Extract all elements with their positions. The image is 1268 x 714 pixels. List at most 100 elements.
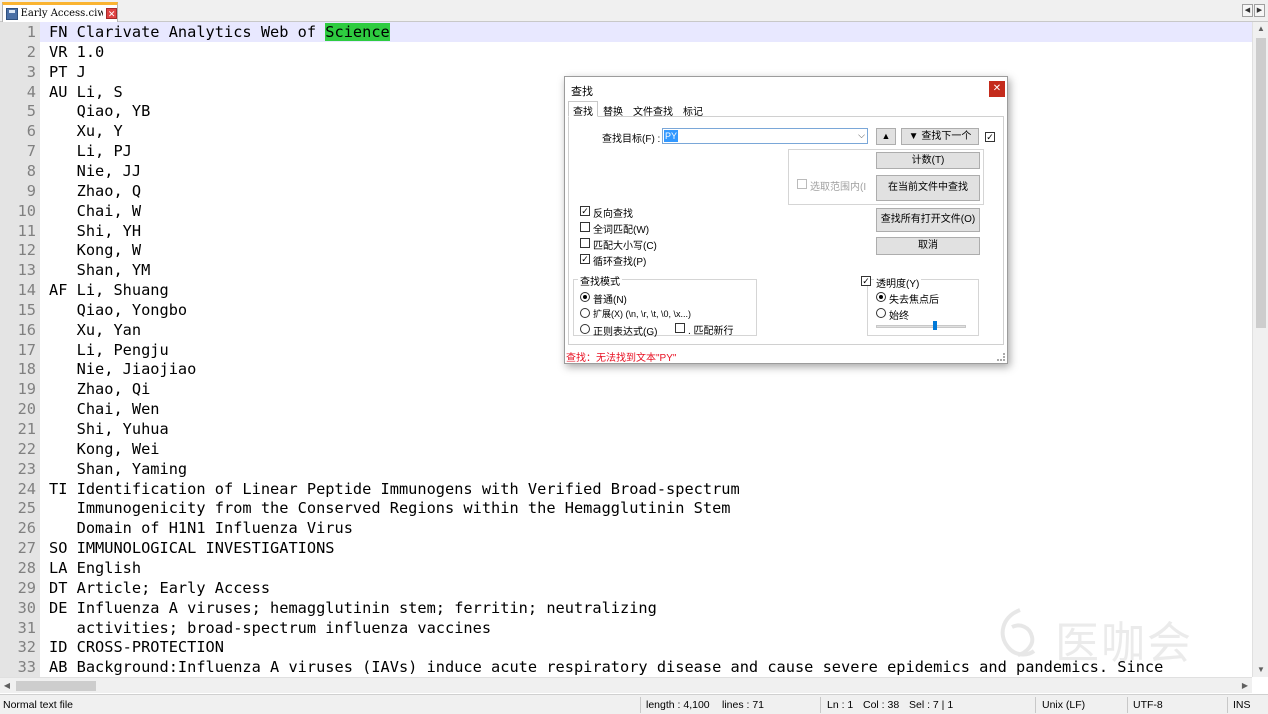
horizontal-scroll-thumb[interactable] [16, 681, 96, 691]
line-text-content: Kong, W [49, 241, 142, 260]
tab-scroll-left-icon[interactable]: ◀ [1242, 4, 1253, 17]
resize-grip-icon[interactable] [997, 353, 1005, 361]
editor-line[interactable]: 32 ID CROSS-PROTECTION [0, 637, 1252, 657]
editor-line[interactable]: 2 VR 1.0 [0, 42, 1252, 62]
editor-line[interactable]: 19 Zhao, Qi [0, 379, 1252, 399]
line-text-content: Shan, YM [49, 261, 151, 280]
find-all-open-files-button[interactable]: 查找所有打开文件(O) [876, 208, 980, 232]
backward-search-checkbox[interactable]: ✓ [580, 206, 590, 216]
line-text-content: PT J [49, 62, 86, 81]
editor-line[interactable]: 22 Kong, Wei [0, 439, 1252, 459]
find-what-input[interactable]: PY ⌵ [662, 128, 868, 144]
search-mode-normal-label: 普通(N) [593, 295, 627, 306]
file-tab[interactable]: Early Access.ciw ✕ [2, 2, 118, 22]
line-text-content: LA English [49, 558, 142, 577]
line-text-content: Nie, JJ [49, 161, 142, 180]
vertical-scroll-thumb[interactable] [1256, 38, 1266, 328]
close-dialog-button[interactable]: ✕ [989, 81, 1005, 97]
line-number: 27 [17, 539, 36, 558]
match-newline-checkbox[interactable] [675, 323, 685, 333]
transparency-always-label: 始终 [889, 311, 909, 322]
horizontal-scrollbar[interactable]: ◀ ▶ [0, 677, 1252, 693]
scroll-left-icon[interactable]: ◀ [0, 678, 14, 694]
match-case-label: 匹配大小写(C) [593, 241, 657, 252]
line-text-content: Kong, Wei [49, 439, 160, 458]
line-number: 22 [17, 439, 36, 458]
line-text: PT J [49, 62, 86, 82]
transparency-always-radio[interactable] [876, 308, 886, 318]
transparency-slider[interactable] [876, 325, 966, 328]
line-text-content: Immunogenicity from the Conserved Region… [49, 499, 731, 518]
editor-line[interactable]: 30 DE Influenza A viruses; hemagglutinin … [0, 598, 1252, 618]
editor-line[interactable]: 21 Shi, Yuhua [0, 419, 1252, 439]
search-mode-regex-radio[interactable] [580, 324, 590, 334]
tab-find-in-files[interactable]: 文件查找 [628, 101, 678, 118]
wrap-around-checkbox[interactable]: ✓ [580, 254, 590, 264]
editor-line[interactable]: 23 Shan, Yaming [0, 459, 1252, 479]
line-text: AF Li, Shuang [49, 280, 169, 300]
line-text: Shi, Yuhua [49, 419, 169, 439]
line-number: 32 [17, 638, 36, 657]
editor-line[interactable]: 1 FN Clarivate Analytics Web of Science [0, 22, 1252, 42]
line-text-content: FN Clarivate Analytics Web of [49, 23, 326, 41]
find-dialog: 查找 ✕ 查找 替换 文件查找 标记 查找目标(F) : PY ⌵ ▲ ▼ 查找… [564, 76, 1008, 364]
line-number: 2 [26, 42, 36, 61]
line-text: Chai, W [49, 201, 141, 221]
line-text: Nie, Jiaojiao [49, 359, 197, 379]
find-next-button[interactable]: ▼ 查找下一个 [901, 128, 979, 145]
editor-line[interactable]: 20 Chai, Wen [0, 399, 1252, 419]
tab-scroll-right-icon[interactable]: ▶ [1254, 4, 1265, 17]
find-next-option-checkbox[interactable]: ✓ [985, 132, 995, 142]
line-text-content: Chai, W [49, 201, 142, 220]
editor-line[interactable]: 29 DT Article; Early Access [0, 578, 1252, 598]
in-selection-checkbox[interactable] [797, 179, 807, 189]
scroll-right-icon[interactable]: ▶ [1238, 678, 1252, 694]
line-number: 12 [17, 241, 36, 260]
editor-line[interactable]: 24 TI Identification of Linear Peptide Im… [0, 479, 1252, 499]
line-text: Kong, W [49, 240, 141, 260]
search-mode-extended-radio[interactable] [580, 308, 590, 318]
chevron-down-icon[interactable]: ⌵ [858, 130, 865, 141]
editor-line[interactable]: 26 Domain of H1N1 Influenza Virus [0, 518, 1252, 538]
whole-word-checkbox[interactable] [580, 222, 590, 232]
line-text: activities; broad-spectrum influenza vac… [49, 618, 491, 638]
editor-line[interactable]: 25 Immunogenicity from the Conserved Reg… [0, 498, 1252, 518]
line-text-content: Domain of H1N1 Influenza Virus [49, 519, 353, 538]
find-up-button[interactable]: ▲ [876, 128, 896, 145]
line-text-content: DT Article; Early Access [49, 578, 271, 597]
find-what-label: 查找目标(F) : [602, 134, 661, 145]
tab-find[interactable]: 查找 [568, 101, 598, 118]
line-text: Qiao, Yongbo [49, 300, 188, 320]
transparency-slider-thumb[interactable] [932, 321, 937, 330]
transparency-label: 透明度(Y) [874, 275, 922, 290]
whole-word-label: 全词匹配(W) [593, 225, 650, 236]
line-number: 28 [17, 558, 36, 577]
line-number: 1 [26, 23, 36, 41]
line-number: 5 [26, 102, 36, 121]
find-in-current-file-button[interactable]: 在当前文件中查找 [876, 175, 980, 201]
vertical-scrollbar[interactable]: ▲ ▼ [1252, 22, 1268, 677]
scroll-up-icon[interactable]: ▲ [1253, 22, 1268, 36]
search-mode-normal-radio[interactable] [580, 292, 590, 302]
line-text-content: AF Li, Shuang [49, 281, 169, 300]
line-number: 19 [17, 380, 36, 399]
tab-replace[interactable]: 替换 [598, 101, 628, 118]
editor-line[interactable]: 28 LA English [0, 558, 1252, 578]
line-number: 18 [17, 360, 36, 379]
editor-line[interactable]: 27 SO IMMUNOLOGICAL INVESTIGATIONS [0, 538, 1252, 558]
editor-line[interactable]: 33 AB Background:Influenza A viruses (IAV… [0, 657, 1252, 677]
editor-line[interactable]: 31 activities; broad-spectrum influenza … [0, 618, 1252, 638]
cancel-button[interactable]: 取消 [876, 237, 980, 255]
status-eol: Unix (LF) [1042, 699, 1086, 711]
transparency-on-lose-focus-radio[interactable] [876, 292, 886, 302]
close-tab-icon[interactable]: ✕ [106, 8, 117, 19]
line-text-content: Nie, Jiaojiao [49, 360, 197, 379]
scroll-down-icon[interactable]: ▼ [1253, 663, 1268, 677]
count-button[interactable]: 计数(T) [876, 152, 980, 169]
status-lines: lines : 71 [722, 699, 765, 711]
in-selection-label: 选取范围内(I [810, 182, 867, 193]
transparency-checkbox[interactable]: ✓ [861, 276, 871, 286]
tab-mark[interactable]: 标记 [678, 101, 708, 118]
match-case-checkbox[interactable] [580, 238, 590, 248]
line-text: Domain of H1N1 Influenza Virus [49, 518, 353, 538]
